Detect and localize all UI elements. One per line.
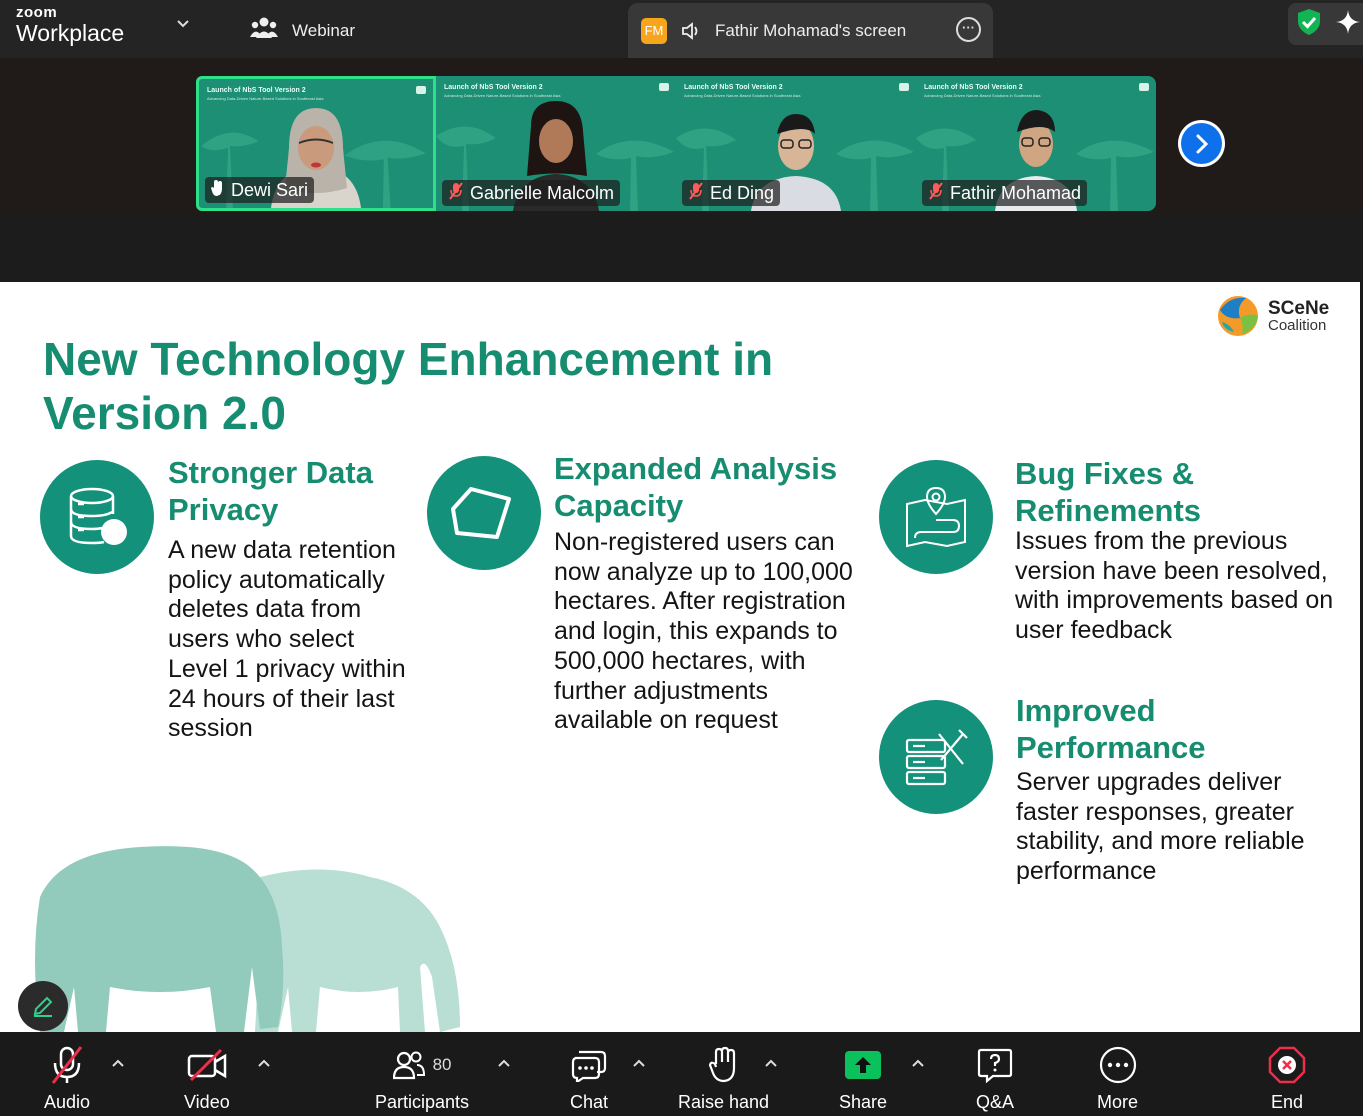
- share-options-caret-icon[interactable]: [912, 1054, 924, 1070]
- audio-button[interactable]: Audio: [44, 1042, 90, 1112]
- raise-hand-label: Raise hand: [678, 1092, 770, 1112]
- people-group-icon: [250, 16, 278, 45]
- shield-check-icon[interactable]: [1296, 8, 1322, 41]
- participants-icon: 80: [392, 1042, 452, 1088]
- gallery-next-button[interactable]: [1178, 120, 1225, 167]
- feature-heading: Bug Fixes & Refinements: [1015, 456, 1202, 528]
- slide-title: New Technology Enhancement in Version 2.…: [43, 333, 774, 439]
- audio-label: Audio: [44, 1092, 91, 1112]
- sharer-avatar: FM: [641, 17, 667, 44]
- raise-hand-icon: [708, 1042, 740, 1088]
- participant-nametag: Ed Ding: [682, 180, 781, 206]
- participant-nametag: Dewi Sari: [205, 177, 315, 203]
- raise-hand-icon: [211, 179, 225, 202]
- server-tools-icon: [879, 700, 993, 814]
- map-pin-route-icon: [879, 460, 993, 574]
- polygon-icon: [427, 456, 541, 570]
- speaker-icon[interactable]: [681, 21, 703, 40]
- logo-line2: Coalition: [1268, 317, 1327, 334]
- webinar-indicator[interactable]: Webinar: [250, 16, 355, 45]
- video-button[interactable]: Video: [184, 1042, 230, 1112]
- feature-body: A new data retention policy automaticall…: [168, 536, 406, 743]
- participant-count: 80: [432, 1055, 452, 1074]
- feature-heading: Expanded Analysis Capacity: [554, 451, 838, 523]
- participant-tile[interactable]: Launch of NbS Tool Version 2 Advancing D…: [916, 76, 1156, 211]
- feature-body: Server upgrades deliver faster responses…: [1016, 768, 1305, 886]
- muted-mic-icon: [49, 1042, 85, 1088]
- share-screen-icon: [844, 1042, 882, 1088]
- muted-mic-icon: [928, 181, 944, 205]
- title-bar: zoom Workplace Webinar FM Fathir Mohamad…: [0, 0, 1363, 58]
- elephants-illustration: [35, 846, 460, 1032]
- annotate-pencil-button[interactable]: [18, 981, 68, 1031]
- participants-button[interactable]: 80 Participants: [375, 1042, 469, 1112]
- end-close-icon: [1268, 1042, 1306, 1088]
- feature-heading: Improved Performance: [1016, 693, 1206, 765]
- chevron-down-icon[interactable]: [176, 16, 190, 34]
- scene-globe-icon: [1218, 296, 1258, 336]
- database-icon: [40, 460, 154, 574]
- end-button[interactable]: End: [1268, 1042, 1306, 1112]
- muted-mic-icon: [448, 181, 464, 205]
- qa-label: Q&A: [976, 1092, 1015, 1112]
- raise-hand-button[interactable]: Raise hand: [678, 1042, 769, 1112]
- video-off-icon: [187, 1042, 227, 1088]
- raise-hand-options-caret-icon[interactable]: [765, 1054, 777, 1070]
- more-label: More: [1097, 1092, 1139, 1112]
- brand-small: zoom: [16, 4, 58, 21]
- participant-nametag: Gabrielle Malcolm: [442, 180, 621, 206]
- zoom-workplace-logo[interactable]: zoom Workplace: [16, 5, 124, 46]
- chat-label: Chat: [570, 1092, 609, 1112]
- muted-mic-icon: [688, 181, 704, 205]
- chevron-right-icon: [1181, 123, 1222, 164]
- participant-tile[interactable]: Launch of NbS Tool Version 2 Advancing D…: [436, 76, 676, 211]
- screen-share-pill[interactable]: FM Fathir Mohamad's screen ···: [628, 3, 993, 58]
- feature-body: Issues from the previous version have be…: [1015, 527, 1334, 645]
- more-button[interactable]: More: [1097, 1042, 1138, 1112]
- participant-nametag: Fathir Mohamad: [922, 180, 1088, 206]
- participant-name: Fathir Mohamad: [950, 182, 1082, 203]
- logo-line1: SCeNe: [1268, 298, 1330, 319]
- feature-body: Non-registered users can now analyze up …: [554, 528, 853, 735]
- security-area: [1288, 3, 1363, 45]
- chat-options-caret-icon[interactable]: [633, 1054, 645, 1070]
- share-label: Share: [839, 1092, 888, 1112]
- more-options-icon[interactable]: ···: [956, 17, 981, 42]
- scene-coalition-logo: SCeNe Coalition: [1216, 294, 1329, 338]
- webinar-label: Webinar: [292, 20, 355, 40]
- video-options-caret-icon[interactable]: [258, 1054, 270, 1070]
- brand-large: Workplace: [16, 20, 125, 46]
- share-button[interactable]: Share: [839, 1042, 887, 1112]
- participant-tile[interactable]: Launch of NbS Tool Version 2 Advancing D…: [196, 76, 436, 211]
- shared-screen-slide[interactable]: SCeNe Coalition New Technology Enhanceme…: [0, 282, 1360, 1032]
- meeting-toolbar: Audio Video 80 Participants Chat Raise h…: [0, 1032, 1363, 1116]
- more-dots-icon: [1099, 1042, 1137, 1088]
- participant-name: Dewi Sari: [231, 179, 309, 200]
- question-bubble-icon: [977, 1042, 1013, 1088]
- participant-name: Gabrielle Malcolm: [470, 182, 615, 203]
- sparkle-icon[interactable]: [1336, 9, 1360, 39]
- participant-tile[interactable]: Launch of NbS Tool Version 2 Advancing D…: [676, 76, 916, 211]
- end-label: End: [1270, 1092, 1304, 1112]
- feature-heading: Stronger Data Privacy: [168, 455, 373, 527]
- video-label: Video: [184, 1092, 230, 1112]
- participant-name: Ed Ding: [710, 182, 775, 203]
- participants-label: Participants: [375, 1092, 470, 1112]
- qa-button[interactable]: Q&A: [976, 1042, 1014, 1112]
- participants-options-caret-icon[interactable]: [498, 1054, 510, 1070]
- chat-bubble-icon: [571, 1042, 607, 1088]
- pencil-icon: [33, 996, 53, 1017]
- screen-label: Fathir Mohamad's screen: [715, 20, 907, 40]
- chat-button[interactable]: Chat: [570, 1042, 608, 1112]
- audio-options-caret-icon[interactable]: [112, 1054, 124, 1070]
